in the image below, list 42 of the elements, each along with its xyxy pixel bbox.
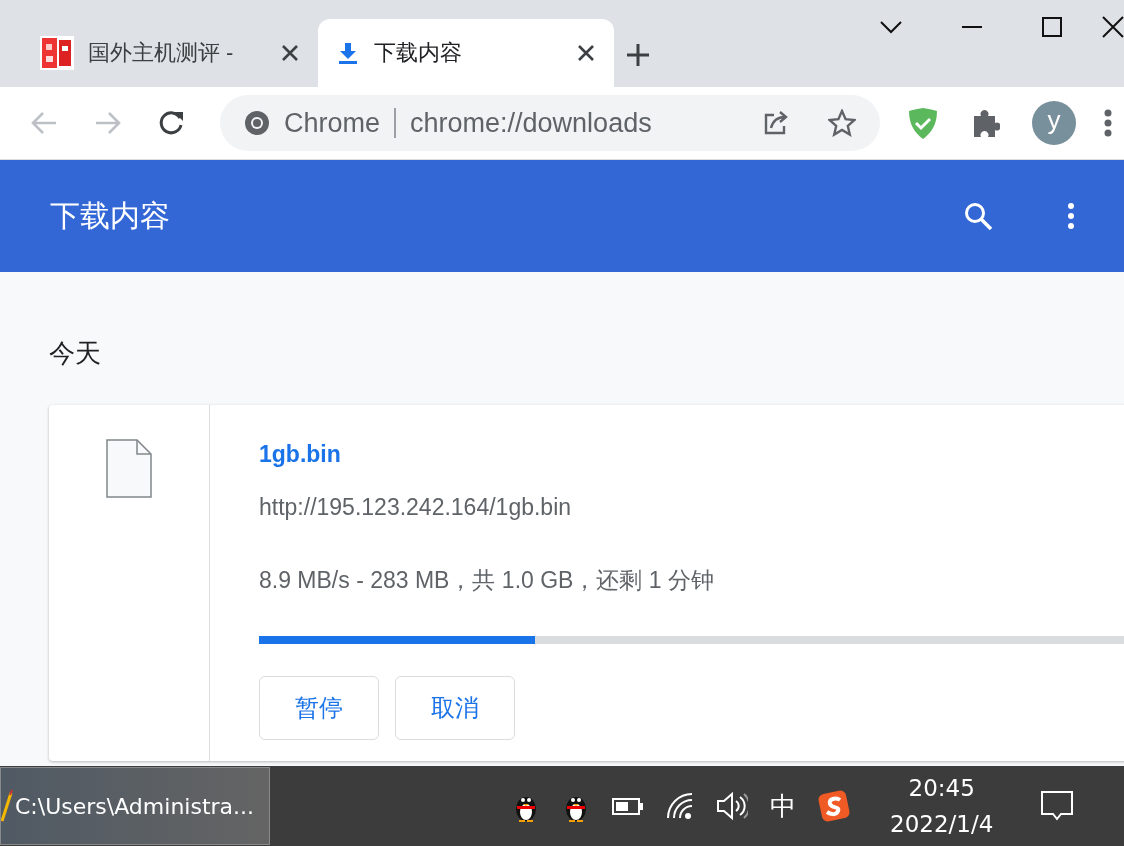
file-name-link[interactable]: 1gb.bin [259,441,341,468]
search-icon[interactable] [964,202,992,230]
file-icon [106,439,152,498]
close-icon[interactable] [1102,16,1124,38]
site-favicon-icon [40,36,74,70]
close-icon[interactable] [280,43,300,63]
date-heading: 今天 [49,337,101,370]
battery-icon[interactable] [612,796,644,816]
chrome-logo-icon [244,110,270,136]
input-method-indicator[interactable]: 中 [770,788,796,824]
wifi-icon[interactable] [666,792,694,820]
more-vertical-icon[interactable] [1104,109,1112,137]
share-icon[interactable] [762,109,790,137]
clock[interactable]: 20:45 2022/1/4 [890,770,994,842]
window-title: C:\Users\Administra... [15,793,255,819]
reload-icon[interactable] [158,109,186,137]
address-bar[interactable]: Chrome chrome://downloads [220,95,880,151]
taskbar-window-button[interactable]: C:\Users\Administra... [0,767,270,845]
page-title: 下载内容 [50,197,171,234]
action-button[interactable]: 暂停 [259,676,379,740]
browser-tab[interactable]: 下载内容 [318,19,614,87]
notification-icon[interactable] [1041,791,1074,821]
download-status: 8.9 MB/s - 283 MB，共 1.0 GB，还剩 1 分钟 [259,566,714,595]
app-logo-icon[interactable] [818,790,850,822]
url-text: chrome://downloads [410,107,653,139]
browser-tab[interactable]: 国外主机测评 - [22,19,318,87]
clock-date: 2022/1/4 [890,810,994,839]
clock-time: 20:45 [908,774,975,803]
speaker-icon[interactable] [716,791,748,821]
action-button[interactable]: 取消 [395,676,515,740]
new-tab-icon[interactable] [626,43,650,67]
maximize-icon[interactable] [1042,17,1062,37]
shield-check-icon[interactable] [908,106,938,140]
close-icon[interactable] [576,43,596,63]
pencil-icon [1,789,13,823]
download-icon [336,41,360,65]
more-vertical-icon[interactable] [1068,203,1074,229]
site-label: Chrome [284,107,381,139]
star-icon[interactable] [828,109,856,137]
chevron-down-icon[interactable] [880,20,902,34]
source-url: http://195.123.242.164/1gb.bin [259,494,572,521]
profile-avatar[interactable]: y [1032,101,1076,145]
